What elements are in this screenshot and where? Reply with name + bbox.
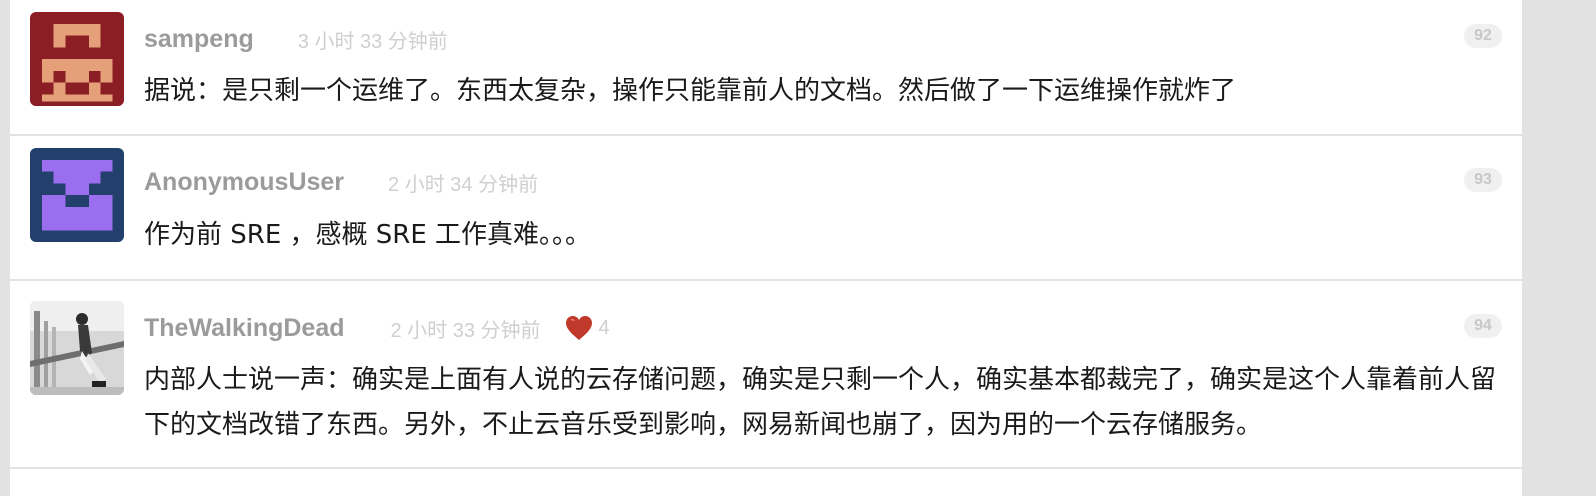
heart-icon xyxy=(565,316,592,340)
reply-time: 2 小时 33 分钟前 xyxy=(390,319,541,342)
reply-content: 作为前 SRE ，感概 SRE 工作真难。。。 xyxy=(144,220,592,250)
reply-content: 内部人士说一声：确实是上面有人说的云存储问题，确实是只剩一个人，确实基本都裁完了… xyxy=(144,365,1497,440)
avatar[interactable] xyxy=(30,12,124,106)
reply-meta: TheWalkingDead 2 小时 33 分钟前 4 xyxy=(144,311,610,345)
pixel-avatar-purple xyxy=(30,148,124,242)
pixel-avatar-red xyxy=(30,12,124,106)
floor-number: 93 xyxy=(1464,168,1502,192)
reply-item: sampeng 3 小时 33 分钟前 92 据说：是只剩一个运维了。东西太复杂… xyxy=(10,0,1522,136)
reply-meta: sampeng 3 小时 33 分钟前 xyxy=(144,22,448,56)
thanks-count: 4 xyxy=(598,316,610,339)
avatar[interactable] xyxy=(30,301,124,395)
thanks-badge[interactable]: 4 xyxy=(565,315,610,341)
photo-avatar-grayscale xyxy=(30,301,124,395)
username-link[interactable]: sampeng xyxy=(144,25,254,54)
reply-item: AnonymousUser 2 小时 34 分钟前 93 作为前 SRE ，感概… xyxy=(10,136,1522,281)
username-link[interactable]: TheWalkingDead xyxy=(144,314,345,343)
avatar[interactable] xyxy=(30,148,124,242)
reply-list: sampeng 3 小时 33 分钟前 92 据说：是只剩一个运维了。东西太复杂… xyxy=(10,0,1522,496)
floor-number: 94 xyxy=(1464,314,1502,338)
reply-time: 2 小时 34 分钟前 xyxy=(388,173,539,196)
reply-time: 3 小时 33 分钟前 xyxy=(297,30,448,53)
username-link[interactable]: AnonymousUser xyxy=(144,168,344,197)
reply-content: 据说：是只剩一个运维了。东西太复杂，操作只能靠前人的文档。然后做了一下运维操作就… xyxy=(144,76,1237,106)
reply-meta: AnonymousUser 2 小时 34 分钟前 xyxy=(144,165,538,199)
reply-item: TheWalkingDead 2 小时 33 分钟前 4 94 内部人士说一声：… xyxy=(10,281,1522,469)
floor-number: 92 xyxy=(1464,24,1502,48)
